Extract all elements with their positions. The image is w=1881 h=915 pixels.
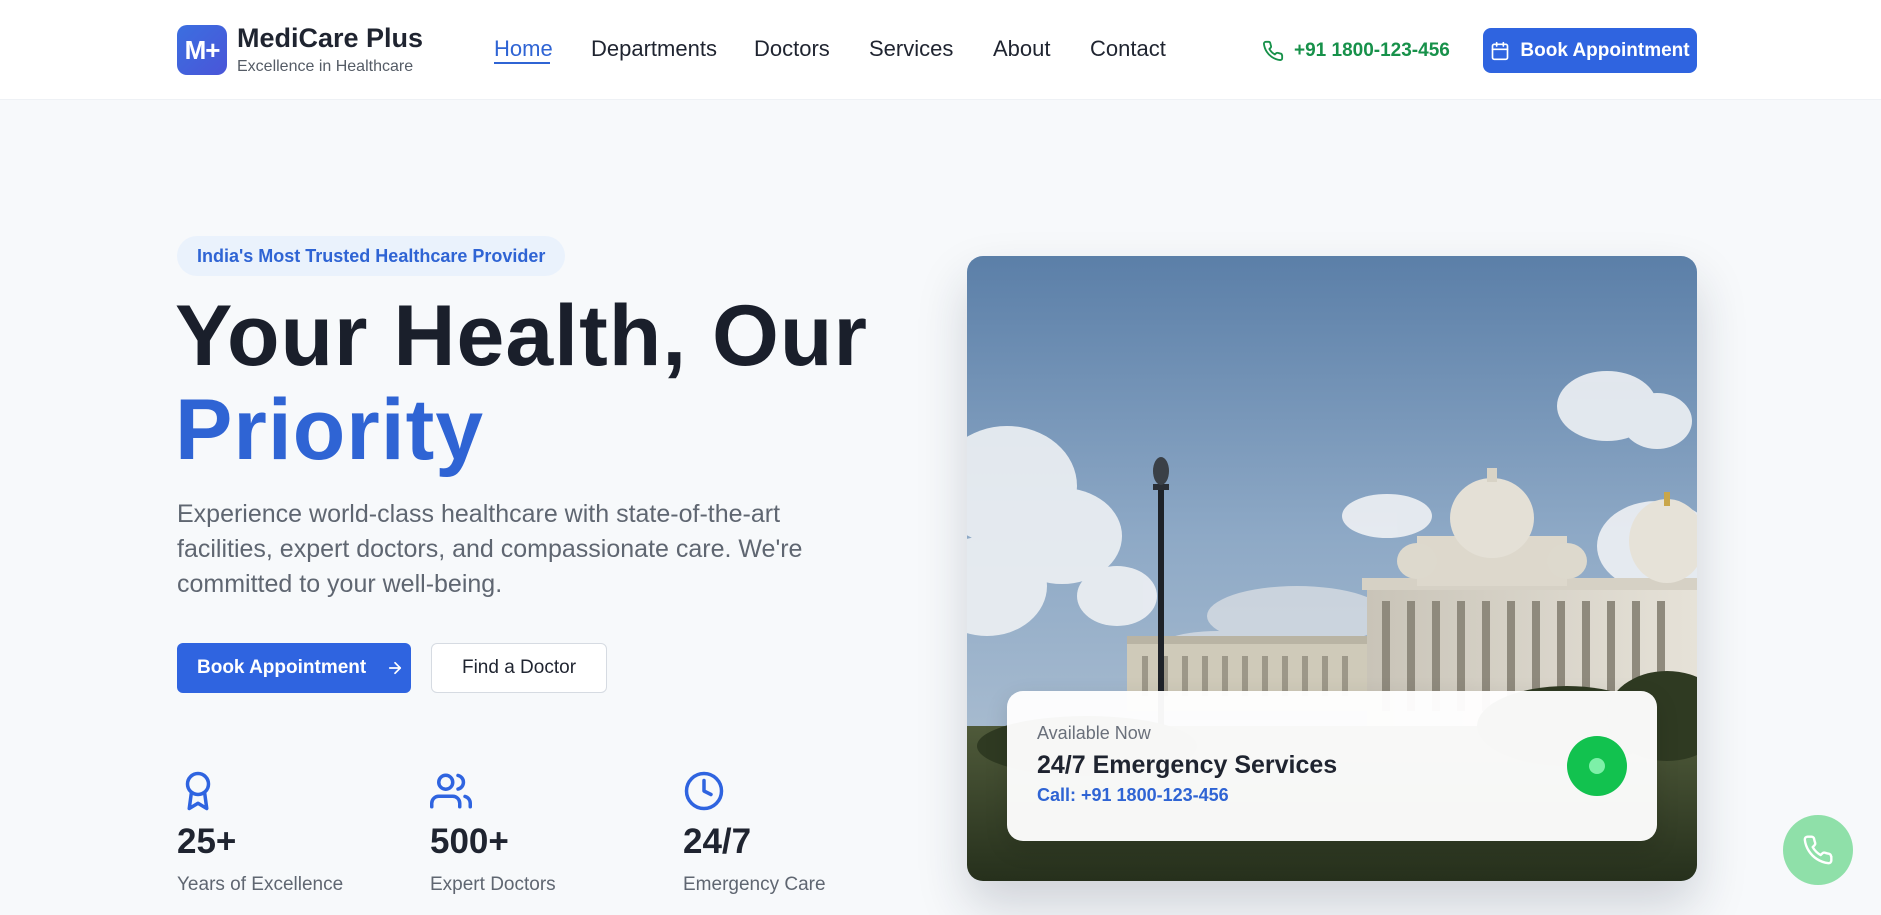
book-appointment-label: Book Appointment [197, 657, 367, 678]
live-dot-icon [1589, 758, 1605, 774]
book-appointment-button[interactable]: Book Appointment [177, 643, 411, 693]
nav-item-services[interactable]: Services [869, 36, 953, 62]
arrow-right-icon [389, 661, 402, 675]
trust-badge: India's Most Trusted Healthcare Provider [177, 236, 565, 276]
logo-mark[interactable]: M+ [177, 25, 227, 75]
site-header: M+ MediCare Plus Excellence in Healthcar… [0, 0, 1881, 100]
stat-value: 25+ [177, 822, 237, 861]
header-phone-number: +91 1800-123-456 [1294, 40, 1450, 61]
phone-icon [1803, 835, 1833, 865]
calendar-icon [1492, 41, 1509, 60]
nav-item-contact[interactable]: Contact [1090, 36, 1166, 62]
stat-label: Years of Excellence [177, 874, 344, 895]
emergency-call-link[interactable]: Call: +91 1800-123-456 [1037, 785, 1229, 806]
hero-title: Your Health, Our [175, 288, 868, 384]
stat-label: Emergency Care [683, 874, 826, 895]
floating-call-button[interactable] [1783, 815, 1853, 885]
header-phone-link[interactable]: +91 1800-123-456 [1262, 38, 1450, 64]
award-icon [185, 771, 211, 811]
stat-label: Expert Doctors [430, 874, 556, 895]
users-icon [430, 773, 472, 809]
brand-name[interactable]: MediCare Plus [237, 23, 423, 54]
nav-item-doctors[interactable]: Doctors [754, 36, 830, 62]
stat-value: 24/7 [683, 822, 752, 861]
phone-icon [1263, 40, 1284, 61]
live-status-indicator [1567, 736, 1627, 796]
brand-tagline: Excellence in Healthcare [237, 58, 414, 75]
emergency-services-card[interactable]: Available Now 24/7 Emergency Services Ca… [1007, 691, 1657, 841]
hero-description: Experience world-class healthcare with s… [177, 500, 803, 598]
active-nav-indicator [494, 62, 550, 64]
stat-value: 500+ [430, 822, 509, 861]
emergency-title: 24/7 Emergency Services [1037, 751, 1338, 779]
clock-icon [684, 771, 724, 811]
nav-item-departments[interactable]: Departments [591, 36, 717, 62]
header-book-appointment-button[interactable]: Book Appointment [1483, 28, 1697, 73]
header-book-label: Book Appointment [1520, 39, 1690, 61]
availability-status: Available Now [1037, 723, 1151, 743]
nav-item-home[interactable]: Home [494, 36, 553, 62]
find-doctor-button[interactable]: Find a Doctor [431, 643, 607, 693]
hero-title-highlight: Priority [175, 382, 485, 478]
nav-item-about[interactable]: About [993, 36, 1051, 62]
